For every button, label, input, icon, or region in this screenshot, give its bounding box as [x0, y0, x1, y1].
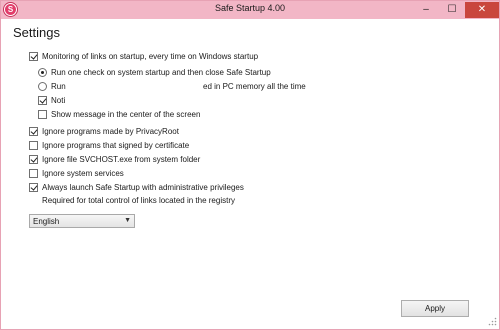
chevron-down-icon: ▼ [124, 217, 131, 224]
admin-note: Required for total control of links loca… [42, 196, 235, 205]
run-once-radio[interactable] [38, 68, 47, 77]
close-button[interactable]: ✕ [465, 2, 499, 18]
admin-launch-label: Always launch Safe Startup with administ… [42, 183, 244, 192]
language-select[interactable]: English ▼ [29, 214, 135, 228]
apply-button[interactable]: Apply [401, 300, 469, 317]
admin-launch-checkbox[interactable] [29, 183, 38, 192]
language-value: English [33, 217, 60, 226]
page-title: Settings [13, 25, 60, 40]
run-once-label: Run one check on system startup and then… [51, 68, 271, 77]
ignore-privacyroot-checkbox[interactable] [29, 127, 38, 136]
ignore-services-label: Ignore system services [42, 169, 124, 178]
notify-label: Noti [51, 96, 66, 105]
maximize-button[interactable]: ☐ [439, 2, 465, 18]
resize-grip-icon[interactable] [488, 317, 497, 326]
notify-checkbox[interactable] [38, 96, 47, 105]
ignore-privacyroot-label: Ignore programs made by PrivacyRoot [42, 127, 179, 136]
monitoring-label: Monitoring of links on startup, every ti… [42, 52, 259, 61]
ignore-svchost-checkbox[interactable] [29, 155, 38, 164]
ignore-svchost-label: Ignore file SVCHOST.exe from system fold… [42, 155, 201, 164]
show-center-label: Show message in the center of the screen [51, 110, 201, 119]
show-center-checkbox[interactable] [38, 110, 47, 119]
minimize-button[interactable]: – [413, 2, 439, 18]
ignore-signed-label: Ignore programs that signed by certifica… [42, 141, 190, 150]
title-bar[interactable]: S Safe Startup 4.00 – ☐ ✕ [1, 1, 499, 19]
run-resident-radio[interactable] [38, 82, 47, 91]
app-window: S Safe Startup 4.00 – ☐ ✕ Settings Monit… [0, 0, 500, 330]
run-resident-label-tail: ed in PC memory all the time [203, 82, 306, 91]
ignore-signed-checkbox[interactable] [29, 141, 38, 150]
monitoring-checkbox[interactable] [29, 52, 38, 61]
settings-panel: Settings Monitoring of links on startup,… [1, 19, 499, 329]
ignore-services-checkbox[interactable] [29, 169, 38, 178]
run-resident-label: Run [51, 82, 66, 91]
